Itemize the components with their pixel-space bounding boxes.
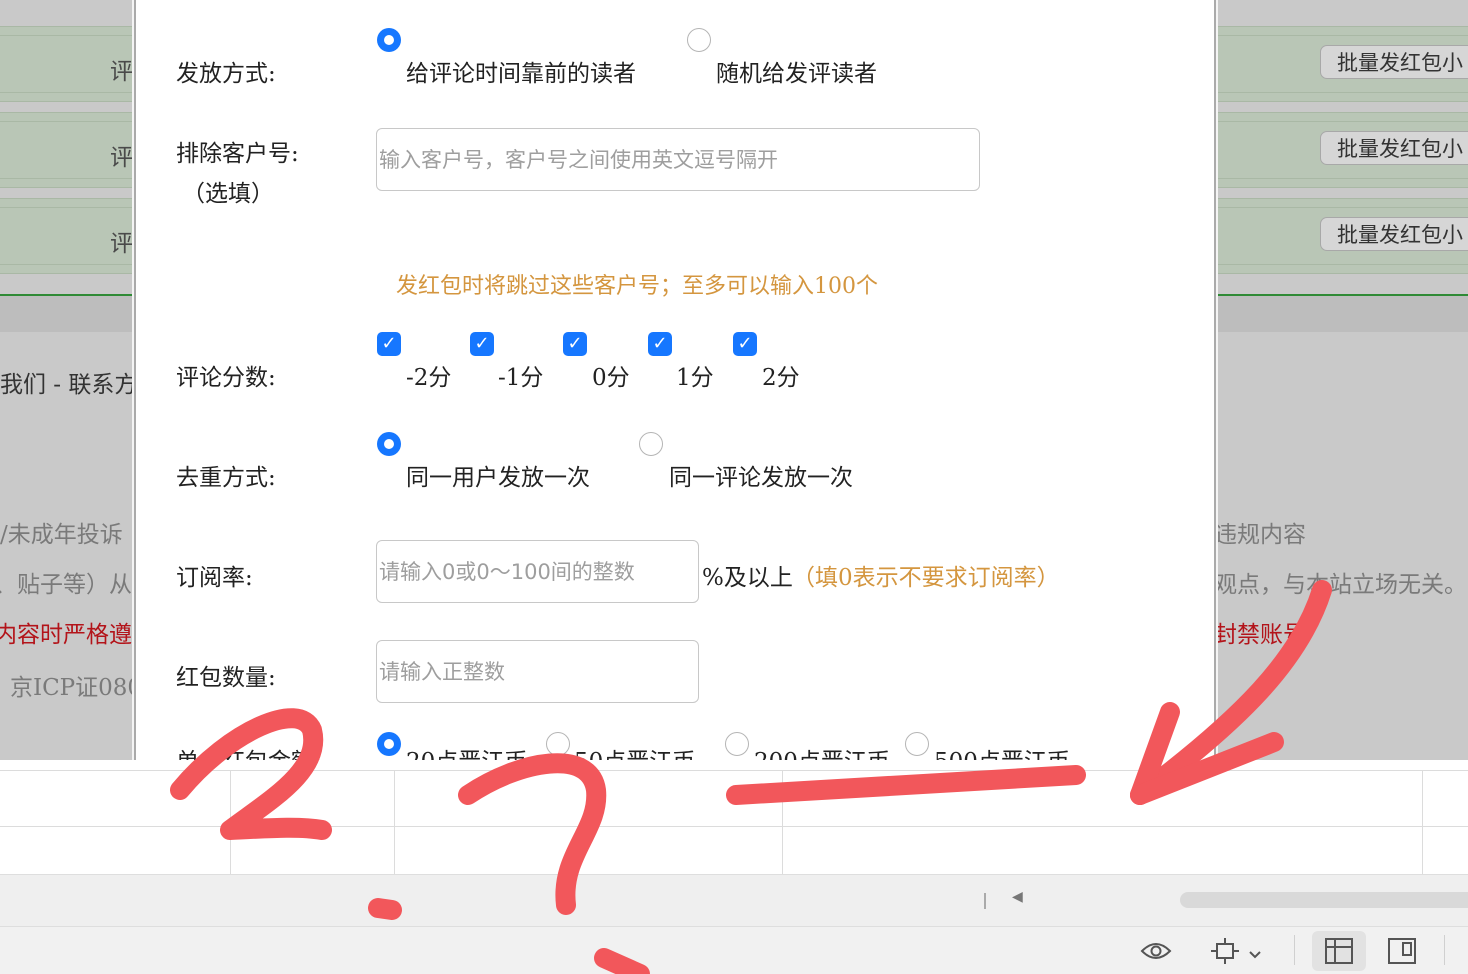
subscribe-label: 订阅率: xyxy=(176,565,253,591)
score-1-label[interactable]: 1分 xyxy=(676,358,714,392)
distribution-option-random-radio[interactable] xyxy=(687,28,711,52)
subscribe-input-box xyxy=(376,540,699,603)
score-minus1-label[interactable]: -1分 xyxy=(498,358,543,392)
amount-option-50-radio[interactable] xyxy=(546,732,570,756)
chevron-down-icon[interactable] xyxy=(1248,945,1262,964)
grid-view-icon xyxy=(1325,938,1353,968)
bg-row-text: 评 xyxy=(110,145,132,171)
exclude-hint: 发红包时将跳过这些客户号；至多可以输入100个 xyxy=(396,274,878,299)
score-label: 评论分数: xyxy=(176,365,276,391)
count-input[interactable] xyxy=(377,641,698,702)
footer-warning-text: 封禁账号 xyxy=(1218,622,1306,648)
footer-text: 违规内容 xyxy=(1218,522,1306,548)
horizontal-scrollbar-area: ◀ xyxy=(0,874,1468,926)
subscribe-hint: （填0表示不要求订阅率） xyxy=(792,565,1060,591)
dedupe-option-user-label[interactable]: 同一用户发放一次 xyxy=(406,458,590,492)
bg-row-text: 评 xyxy=(110,59,132,85)
distribution-label: 发放方式: xyxy=(176,61,276,87)
batch-redpacket-button[interactable]: 批量发红包小 xyxy=(1320,131,1468,165)
count-label: 红包数量: xyxy=(176,665,276,691)
background-page-left: 评 评 评 我们 - 联系方 /未成年投诉 、贴子等）从 内容时严格遵 京ICP… xyxy=(0,0,132,760)
distribution-option-early-radio[interactable] xyxy=(377,28,401,52)
score-minus2-checkbox[interactable]: ✓ xyxy=(377,332,401,356)
spreadsheet-area[interactable] xyxy=(0,760,1468,874)
amount-option-200-label[interactable]: 200点晋江币 xyxy=(754,742,890,760)
footer-text: 、贴子等）从 xyxy=(0,572,132,598)
frame-select-icon[interactable] xyxy=(1210,937,1240,969)
eye-icon[interactable] xyxy=(1140,939,1172,967)
dedupe-label: 去重方式: xyxy=(176,465,276,491)
exclude-input[interactable] xyxy=(377,129,979,190)
bg-row-text: 评 xyxy=(110,231,132,257)
amount-option-50-label[interactable]: 50点晋江币 xyxy=(574,742,695,760)
amount-option-20-label[interactable]: 20点晋江币 xyxy=(406,742,527,760)
amount-label: 单个红包金额: xyxy=(176,742,322,760)
footer-warning-text: 内容时严格遵 xyxy=(0,622,132,648)
amount-option-500-label[interactable]: 500点晋江币 xyxy=(934,742,1070,760)
redpacket-settings-modal: 发放方式: 给评论时间靠前的读者 随机给发评读者 排除客户号: （选填） 发红包… xyxy=(134,0,1216,760)
grid-view-button[interactable] xyxy=(1312,931,1366,971)
amount-option-20-radio[interactable] xyxy=(377,732,401,756)
divider xyxy=(984,893,986,909)
background-page-right: 批量发红包小 批量发红包小 批量发红包小 违规内容 观点，与本站立场无关。 封禁… xyxy=(1218,0,1468,760)
subscribe-suffix: %及以上 xyxy=(702,565,793,591)
amount-option-500-radio[interactable] xyxy=(905,732,929,756)
footer-contact-link[interactable]: 我们 - 联系方 xyxy=(0,365,132,399)
distribution-option-early-label[interactable]: 给评论时间靠前的读者 xyxy=(406,54,636,88)
horizontal-scrollbar-thumb[interactable] xyxy=(1180,892,1468,908)
count-input-box xyxy=(376,640,699,703)
footer-text: /未成年投诉 xyxy=(0,522,123,548)
dedupe-option-comment-label[interactable]: 同一评论发放一次 xyxy=(669,458,853,492)
score-0-checkbox[interactable]: ✓ xyxy=(563,332,587,356)
status-bar xyxy=(0,926,1468,974)
subscribe-rate-input[interactable] xyxy=(377,541,698,602)
amount-option-200-radio[interactable] xyxy=(725,732,749,756)
score-0-label[interactable]: 0分 xyxy=(592,358,630,392)
dedupe-option-comment-radio[interactable] xyxy=(639,432,663,456)
page-view-icon[interactable] xyxy=(1388,938,1416,968)
score-1-checkbox[interactable]: ✓ xyxy=(648,332,672,356)
score-minus2-label[interactable]: -2分 xyxy=(406,358,451,392)
score-2-checkbox[interactable]: ✓ xyxy=(733,332,757,356)
distribution-option-random-label[interactable]: 随机给发评读者 xyxy=(716,54,877,88)
exclude-label: 排除客户号: xyxy=(176,141,299,167)
score-2-label[interactable]: 2分 xyxy=(762,358,800,392)
score-minus1-checkbox[interactable]: ✓ xyxy=(470,332,494,356)
exclude-input-box xyxy=(376,128,980,191)
exclude-optional-note: （选填） xyxy=(182,181,274,207)
footer-text: 观点，与本站立场无关。 xyxy=(1218,572,1467,598)
footer-icp-text: 京ICP证080 xyxy=(10,675,132,701)
batch-redpacket-button[interactable]: 批量发红包小 xyxy=(1320,45,1468,79)
batch-redpacket-button[interactable]: 批量发红包小 xyxy=(1320,217,1468,251)
dedupe-option-user-radio[interactable] xyxy=(377,432,401,456)
scroll-left-icon[interactable]: ◀ xyxy=(1012,889,1023,905)
